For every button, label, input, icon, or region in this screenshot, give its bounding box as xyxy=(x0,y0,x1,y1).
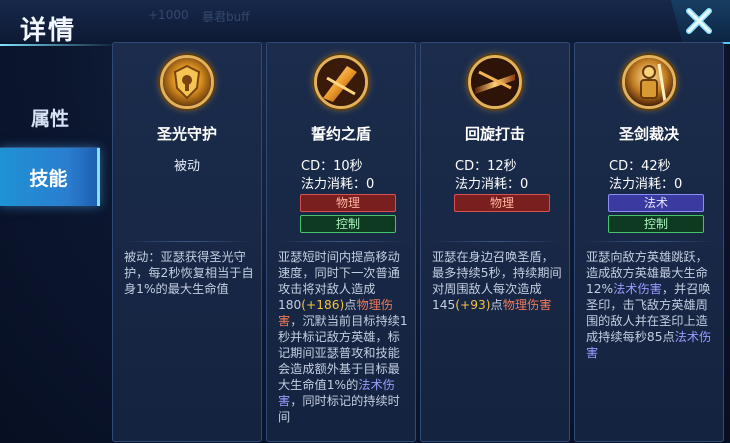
description-text: 点 xyxy=(344,298,357,312)
card-divider xyxy=(277,241,407,242)
close-icon xyxy=(686,8,712,34)
skill-mana-cost: 法力消耗：0 xyxy=(455,177,529,192)
skill-card-2[interactable]: 誓约之盾 CD：10秒 法力消耗：0 物理 控制 亚瑟短时间内提高移动速度，同时… xyxy=(266,42,416,442)
skill-name: 圣剑裁决 xyxy=(618,125,679,143)
tag-control: 控制 xyxy=(608,215,704,233)
description-text: 被动：亚瑟获得圣光守护，每2秒恢复相当于自身1%的最大生命值 xyxy=(124,250,254,296)
skill-card-3[interactable]: 回旋打击 CD：12秒 法力消耗：0 物理 亚瑟在身边召唤圣盾，最多持续5秒，持… xyxy=(420,42,570,442)
card-divider xyxy=(585,241,715,242)
skill-cooldown: CD：42秒 xyxy=(609,159,671,174)
card-divider xyxy=(431,241,561,242)
tab-skills[interactable]: 技能 xyxy=(0,148,100,206)
damage-value: (+186) xyxy=(301,298,345,312)
skill-description: 亚瑟向敌方英雄跳跃，造成敌方英雄最大生命12%法术伤害，并召唤圣印，击飞敌方英雄… xyxy=(586,249,716,435)
tab-attributes[interactable]: 属性 xyxy=(0,88,100,146)
skill-description: 亚瑟短时间内提高移动速度，同时下一次普通攻击将对敌人造成180(+186)点物理… xyxy=(278,249,408,435)
shield-strike-icon xyxy=(314,55,368,109)
skill-name: 誓约之盾 xyxy=(310,125,371,143)
background-text-bonus: +1000 xyxy=(148,8,189,22)
skill-description: 亚瑟在身边召唤圣盾，最多持续5秒，持续期间对周围敌人每次造成145(+93)点物… xyxy=(432,249,562,435)
skill-card-1[interactable]: 圣光守护 被动 被动：亚瑟获得圣光守护，每2秒恢复相当于自身1%的最大生命值 xyxy=(112,42,262,442)
shield-emblem-icon xyxy=(160,55,214,109)
tag-control: 控制 xyxy=(300,215,396,233)
skill-cooldown: CD：10秒 xyxy=(301,159,363,174)
tag-magic: 法术 xyxy=(608,194,704,212)
skill-cooldown: CD：12秒 xyxy=(455,159,517,174)
damage-value: (+93) xyxy=(455,298,491,312)
background-text-buff: 暴君buff xyxy=(202,10,250,24)
skill-passive-label: 被动 xyxy=(173,159,200,174)
description-text: ，同时标记的持续时间 xyxy=(278,394,400,424)
close-button[interactable] xyxy=(682,4,716,38)
skill-name: 圣光守护 xyxy=(156,125,217,143)
header-bar xyxy=(0,0,730,42)
skill-name: 回旋打击 xyxy=(464,125,525,143)
sidebar: 属性 技能 xyxy=(0,84,108,443)
spinning-swords-icon xyxy=(468,55,522,109)
title-underline xyxy=(0,44,118,46)
skill-mana-cost: 法力消耗：0 xyxy=(301,177,375,192)
skill-cards: 圣光守护 被动 被动：亚瑟获得圣光守护，每2秒恢复相当于自身1%的最大生命值 誓… xyxy=(112,42,726,443)
physical-damage-text: 物理伤害 xyxy=(502,298,552,312)
tag-physical: 物理 xyxy=(300,194,396,212)
description-text: 点 xyxy=(490,298,503,312)
card-divider xyxy=(123,241,253,242)
skill-mana-cost: 法力消耗：0 xyxy=(609,177,683,192)
skill-card-4[interactable]: 圣剑裁决 CD：42秒 法力消耗：0 法术 控制 亚瑟向敌方英雄跳跃，造成敌方英… xyxy=(574,42,724,442)
skill-description: 被动：亚瑟获得圣光守护，每2秒恢复相当于自身1%的最大生命值 xyxy=(124,249,254,435)
page-title: 详情 xyxy=(20,16,77,46)
magic-damage-text: 法术伤害 xyxy=(613,282,662,296)
tag-physical: 物理 xyxy=(454,194,550,212)
holy-sword-icon xyxy=(622,55,676,109)
